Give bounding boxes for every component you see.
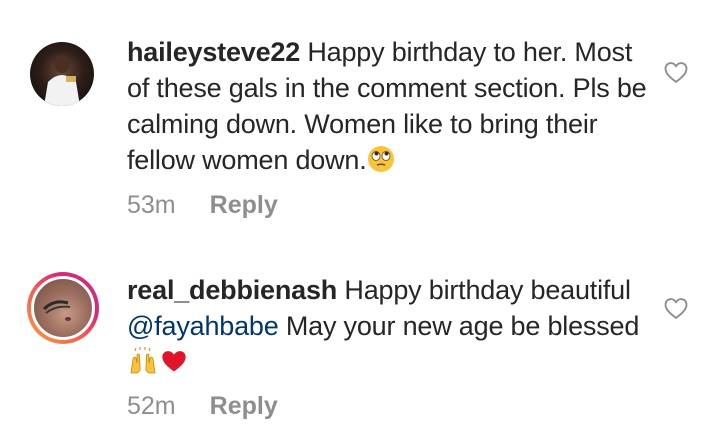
comment-username[interactable]: haileysteve22 [127,37,300,67]
red-heart-emoji [159,347,189,384]
profile-photo [30,42,94,106]
mention-link[interactable]: @fayahbabe [127,311,279,341]
avatar[interactable] [30,42,94,106]
comment-text: real_debbienash Happy birthday beautiful… [127,272,647,384]
heart-outline-icon[interactable] [662,294,690,322]
comment-timestamp: 52m [127,392,176,420]
comment-username[interactable]: real_debbienash [127,275,337,305]
raising-hands-emoji [127,347,159,384]
reply-button[interactable]: Reply [210,392,278,420]
comment-body-start: Happy birthday beautiful [344,275,631,305]
comment-text: haileysteve22 Happy birthday to her. Mos… [127,34,647,182]
profile-photo [31,276,95,340]
heart-outline-icon[interactable] [662,58,690,86]
comment-meta: 52m Reply [127,392,278,420]
reply-button[interactable]: Reply [210,191,278,219]
comment-body-end: May your new age be blessed [285,311,640,341]
comment-timestamp: 53m [127,191,176,219]
comment-meta: 53m Reply [127,191,278,219]
face-with-rolling-eyes-emoji [367,145,395,182]
avatar[interactable] [27,272,99,344]
